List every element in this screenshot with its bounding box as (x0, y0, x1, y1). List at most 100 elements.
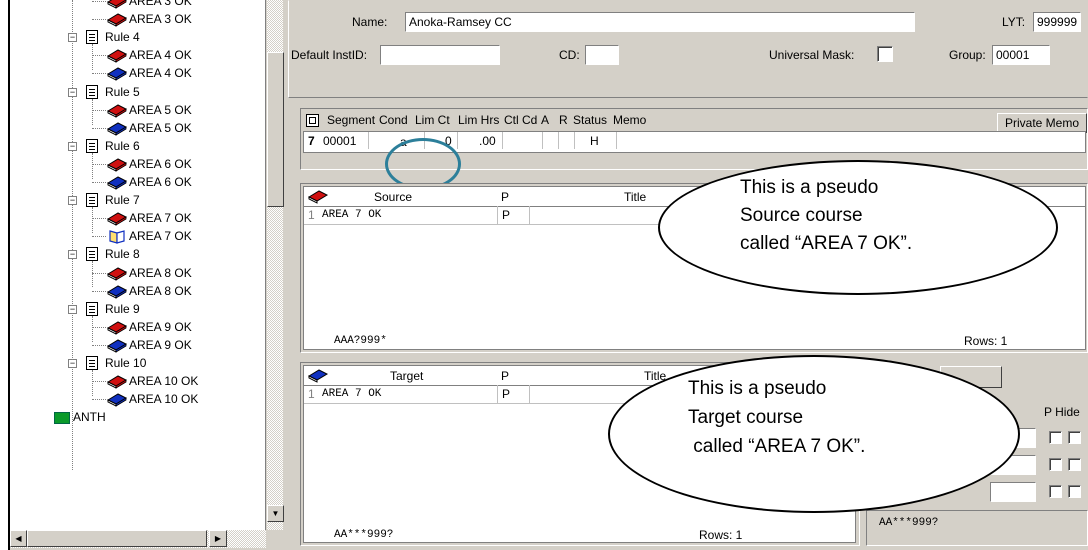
tree-vertical-scrollbar[interactable]: ▼ (266, 0, 284, 530)
hide-checkbox-3[interactable] (1068, 485, 1081, 498)
tree-horizontal-scrollbar[interactable]: ◀ ▶ (10, 530, 266, 548)
tree-item-course[interactable]: AREA 7 OK (129, 209, 192, 227)
rule-document-icon (86, 85, 98, 99)
side-mask: AA***999? (879, 517, 939, 529)
tree-item-rule[interactable]: Rule 9 (105, 300, 140, 318)
group-label: Group: (949, 48, 986, 62)
source-rows-count: Rows: 1 (964, 334, 1008, 348)
instid-field[interactable] (380, 45, 500, 65)
tree-item-course[interactable]: AREA 10 OK (129, 372, 198, 390)
rule-tree[interactable]: AREA 3 OK AREA 3 OK − Rule 4 AREA 4 OK AREA 4… (10, 0, 266, 530)
header-panel: Name: Anoka-Ramsey CC LYT: 999999 Defaul… (288, 0, 1088, 98)
collapse-toggle-icon[interactable]: − (68, 33, 77, 42)
col-target: Target (390, 369, 424, 383)
status-value[interactable]: H (590, 134, 599, 148)
app-window: AREA 3 OK AREA 3 OK − Rule 4 AREA 4 OK AREA 4… (8, 0, 1088, 550)
lyt-field[interactable]: 999999 (1033, 12, 1081, 32)
tree-item-rule[interactable]: Rule 8 (105, 245, 140, 263)
tree-item-course[interactable]: AREA 5 OK (129, 101, 192, 119)
tree-item-course[interactable]: AREA 8 OK (129, 282, 192, 300)
p-checkbox-3[interactable] (1049, 485, 1062, 498)
source-row-number: 1 (308, 208, 315, 222)
scroll-down-button[interactable]: ▼ (267, 505, 284, 522)
col-lim-ct: Lim Ct (415, 113, 450, 127)
horizontal-scroll-thumb[interactable] (27, 530, 207, 547)
tree-item-course[interactable]: AREA 6 OK (129, 155, 192, 173)
red-book-icon (106, 47, 128, 63)
target-row-number: 1 (308, 387, 315, 401)
tree-item-course[interactable]: AREA 9 OK (129, 318, 192, 336)
collapse-toggle-icon[interactable]: − (68, 142, 77, 151)
rule-document-icon (86, 193, 98, 207)
p-checkbox-2[interactable] (1049, 458, 1062, 471)
tree-item-course[interactable]: AREA 8 OK (129, 264, 192, 282)
target-callout-line-2: Target course (688, 407, 804, 428)
universal-mask-label: Universal Mask: (769, 48, 855, 62)
blue-book-icon (106, 174, 128, 190)
blue-book-icon (106, 283, 128, 299)
scroll-left-button[interactable]: ◀ (10, 530, 27, 547)
tree-item-course[interactable]: AREA 3 OK (129, 0, 192, 10)
collapse-toggle-icon[interactable]: − (68, 250, 77, 259)
lyt-label: LYT: (1002, 15, 1026, 29)
source-callout-line-2: Source course (740, 205, 863, 226)
col-source: Source (374, 190, 413, 204)
col-p: P (501, 369, 510, 383)
scroll-right-button[interactable]: ▶ (209, 530, 227, 547)
p-checkbox-1[interactable] (1049, 431, 1062, 444)
col-ctl-cd: Ctl Cd (504, 113, 538, 127)
target-p[interactable]: P (502, 387, 510, 401)
tree-item-course[interactable]: AREA 6 OK (129, 173, 192, 191)
rule-document-icon (86, 356, 98, 370)
target-mask: AA***999? (334, 529, 394, 541)
blue-book-icon (106, 337, 128, 353)
blue-book-icon (106, 391, 128, 407)
blue-book-icon (307, 367, 329, 383)
col-memo: Memo (613, 113, 647, 127)
tree-item-course[interactable]: AREA 4 OK (129, 64, 192, 82)
red-book-icon (106, 11, 128, 27)
red-book-icon (106, 210, 128, 226)
segment-value[interactable]: 00001 (323, 134, 356, 148)
tree-item-rule[interactable]: Rule 7 (105, 191, 140, 209)
tree-scroll-thumb[interactable] (267, 52, 284, 207)
department-icon (54, 412, 70, 424)
hide-checkbox-1[interactable] (1068, 431, 1081, 444)
collapse-toggle-icon[interactable]: − (68, 305, 77, 314)
tree-item-rule[interactable]: Rule 5 (105, 83, 140, 101)
tree-item-rule[interactable]: Rule 4 (105, 28, 140, 46)
red-book-icon (106, 373, 128, 389)
tree-item-course[interactable]: AREA 9 OK (129, 336, 192, 354)
collapse-toggle-icon[interactable]: − (68, 359, 77, 368)
source-course[interactable]: AREA 7 OK (322, 209, 381, 221)
collapse-toggle-icon[interactable]: − (68, 88, 77, 97)
blue-book-icon (106, 120, 128, 136)
cd-field[interactable] (585, 45, 619, 65)
tree-item-department[interactable]: ANTH (73, 408, 106, 426)
group-field[interactable]: 00001 (992, 45, 1050, 65)
tree-item-course[interactable]: AREA 5 OK (129, 119, 192, 137)
side-mask-panel: AA***999? (866, 510, 1088, 546)
tree-item-course[interactable]: AREA 4 OK (129, 46, 192, 64)
tree-item-course[interactable]: AREA 10 OK (129, 390, 198, 408)
collapse-toggle-icon[interactable]: − (68, 196, 77, 205)
target-callout-line-1: This is a pseudo (688, 378, 827, 399)
rule-document-icon (86, 30, 98, 44)
tree-item-rule[interactable]: Rule 6 (105, 137, 140, 155)
tree-item-course[interactable]: AREA 7 OK (129, 227, 192, 245)
source-callout-line-1: This is a pseudo (740, 177, 879, 198)
tree-item-course[interactable]: AREA 3 OK (129, 10, 192, 28)
target-course[interactable]: AREA 7 OK (322, 388, 381, 400)
name-field[interactable]: Anoka-Ramsey CC (405, 12, 915, 32)
source-p[interactable]: P (502, 208, 510, 222)
tree-item-rule[interactable]: Rule 10 (105, 354, 146, 372)
hide-checkbox-2[interactable] (1068, 458, 1081, 471)
private-memo-button[interactable]: Private Memo (997, 113, 1087, 133)
universal-mask-checkbox[interactable] (877, 46, 893, 62)
side-field-3[interactable] (990, 482, 1036, 502)
col-r: R (559, 113, 568, 127)
col-a: A (541, 113, 550, 127)
rule-document-icon (86, 139, 98, 153)
segment-grid-icon (306, 114, 319, 127)
lim-hrs-value[interactable]: .00 (479, 134, 496, 148)
